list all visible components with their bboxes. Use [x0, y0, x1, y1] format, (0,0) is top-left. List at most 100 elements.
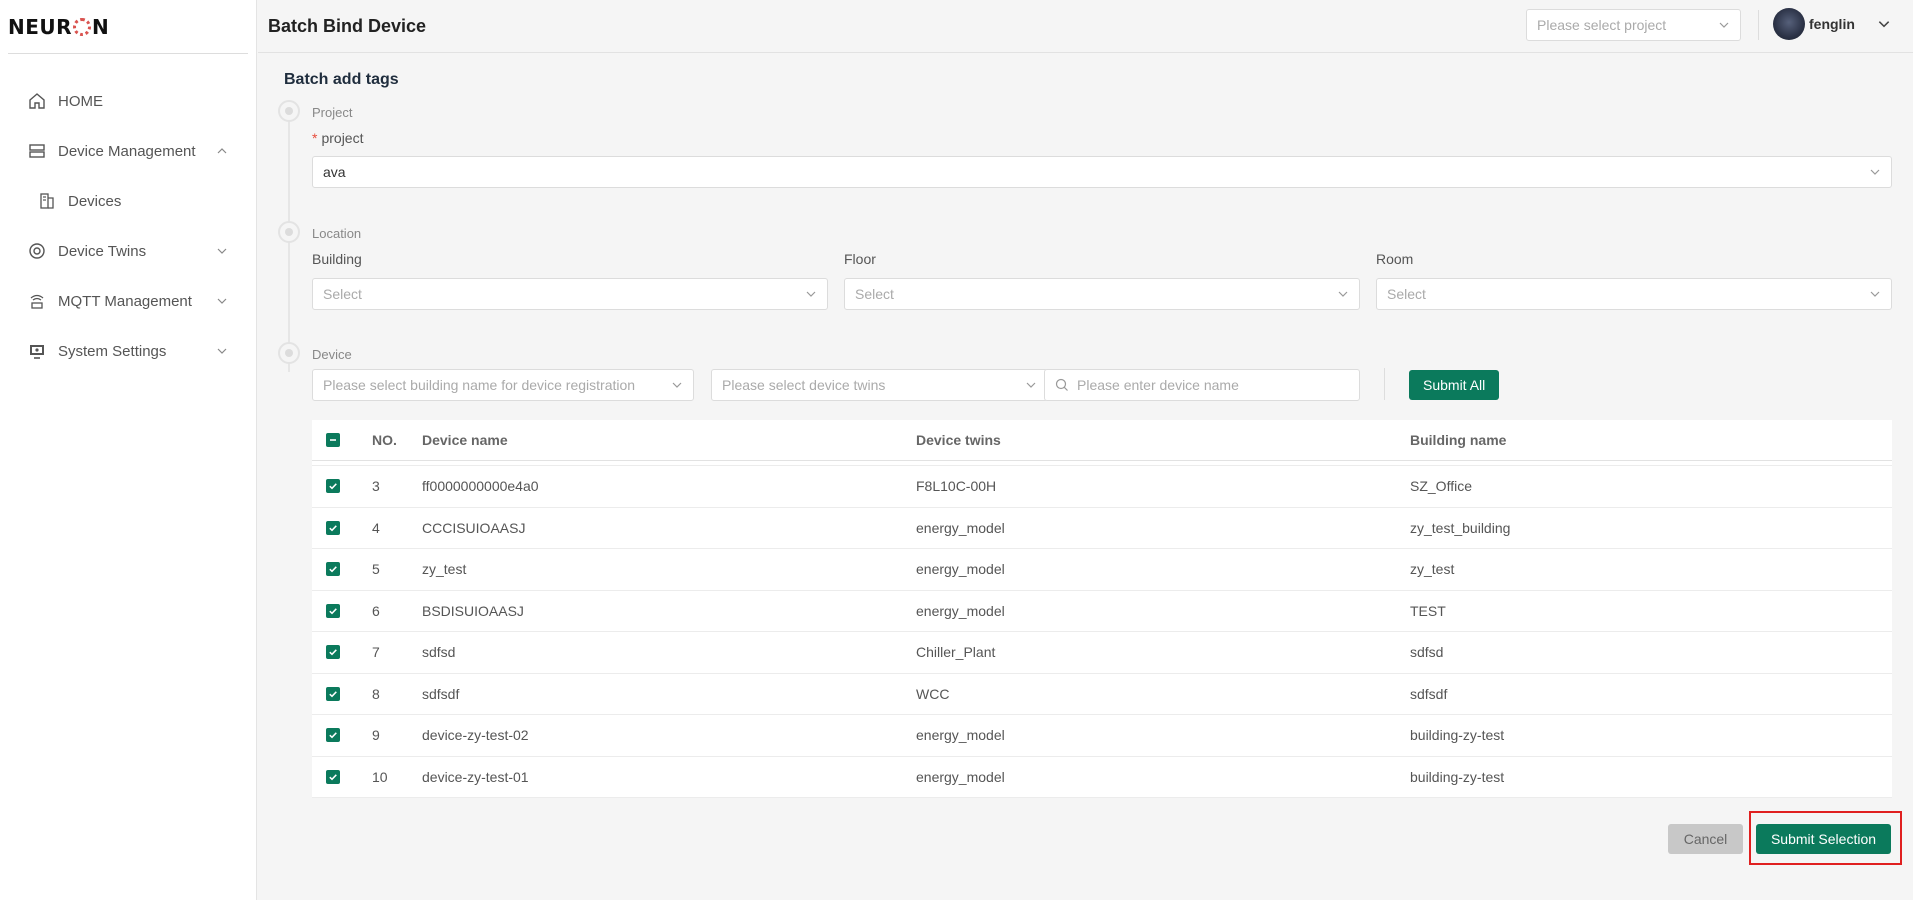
chevron-down-icon	[217, 298, 227, 304]
check-icon	[329, 774, 337, 781]
row-device-name: ff0000000000e4a0	[422, 478, 539, 495]
submit-selection-button[interactable]: Submit Selection	[1756, 824, 1891, 854]
table-row[interactable]: 5 zy_test energy_model zy_test	[312, 549, 1892, 591]
device-search-input[interactable]	[1077, 377, 1327, 393]
sidebar-item-devices[interactable]: Devices	[0, 176, 256, 226]
project-field-label: * project	[312, 130, 363, 146]
row-no: 6	[372, 602, 380, 619]
project-label-text: project	[321, 130, 364, 146]
sidebar: NEUR N HOME Device Management Devices De…	[0, 0, 257, 900]
chevron-down-icon	[217, 248, 227, 254]
user-menu[interactable]: fenglin	[1773, 8, 1891, 40]
logo-text: NEUR N	[8, 15, 109, 39]
sidebar-item-device-management[interactable]: Device Management	[0, 126, 256, 176]
floor-select[interactable]: Select	[844, 278, 1360, 310]
row-checkbox-cell	[312, 728, 372, 743]
row-no: 7	[372, 644, 380, 661]
row-device-name: BSDISUIOAASJ	[422, 602, 524, 619]
row-building-name: building-zy-test	[1410, 768, 1505, 785]
header-building-name: Building name	[1410, 432, 1507, 448]
table-header: NO. Device name Device twins Building na…	[312, 420, 1892, 461]
row-checkbox[interactable]	[326, 479, 340, 494]
logo-o-icon	[73, 17, 92, 36]
table-row[interactable]: 10 device-zy-test-01 energy_model building-…	[312, 757, 1892, 798]
chevron-down-icon	[1870, 169, 1880, 175]
sidebar-item-mqtt-management-label: MQTT Management	[58, 292, 192, 310]
step-dot-project	[278, 100, 300, 122]
home-icon	[27, 91, 47, 111]
row-device-twins: F8L10C-00H	[916, 478, 997, 495]
twins-filter-select[interactable]: Please select device twins	[711, 369, 1048, 401]
row-device-twins: energy_model	[916, 519, 1005, 536]
row-building-name: zy_test_building	[1410, 519, 1511, 536]
row-checkbox-cell	[312, 562, 372, 577]
logo-text-left: NEUR	[8, 14, 73, 39]
row-no: 3	[372, 478, 380, 495]
sidebar-item-device-twins[interactable]: Device Twins	[0, 226, 256, 276]
table-row[interactable]: 3 ff0000000000e4a0 F8L10C-00H SZ_Office	[312, 466, 1892, 508]
required-marker: *	[312, 130, 318, 146]
check-icon	[329, 566, 337, 573]
row-device-name: device-zy-test-01	[422, 768, 529, 785]
row-checkbox[interactable]	[326, 728, 340, 743]
row-device-name: CCCISUIOAASJ	[422, 519, 526, 536]
row-device-twins: energy_model	[916, 561, 1005, 578]
row-checkbox[interactable]	[326, 520, 340, 535]
sidebar-item-device-management-label: Device Management	[58, 142, 196, 160]
sidebar-item-home[interactable]: HOME	[0, 76, 256, 126]
row-checkbox-cell	[312, 686, 372, 701]
project-field-select[interactable]: ava	[312, 156, 1892, 188]
row-no: 8	[372, 685, 380, 702]
header-no: NO.	[372, 432, 397, 448]
row-building-name: building-zy-test	[1410, 727, 1505, 744]
table-row[interactable]: 9 device-zy-test-02 energy_model building-z…	[312, 715, 1892, 757]
step-label-device: Device	[312, 347, 352, 362]
sidebar-item-mqtt-management[interactable]: MQTT Management	[0, 276, 256, 326]
logo-text-right: N	[92, 14, 110, 39]
row-checkbox[interactable]	[326, 769, 340, 784]
room-label: Room	[1376, 251, 1414, 267]
row-device-twins: Chiller_Plant	[916, 644, 996, 661]
row-no: 5	[372, 561, 380, 578]
building-select-placeholder: Select	[323, 286, 362, 302]
logo: NEUR N	[8, 0, 248, 54]
header-device-name: Device name	[422, 432, 508, 448]
building-select[interactable]: Select	[312, 278, 828, 310]
row-checkbox-cell	[312, 603, 372, 618]
device-search[interactable]	[1044, 369, 1360, 401]
chevron-down-icon	[806, 291, 816, 297]
cancel-button[interactable]: Cancel	[1668, 824, 1743, 854]
table-row[interactable]: 6 BSDISUIOAASJ energy_model TEST	[312, 591, 1892, 632]
row-checkbox-cell	[312, 769, 372, 784]
table-row[interactable]: 8 sdfsdf WCC sdfsdf	[312, 674, 1892, 715]
check-icon	[329, 691, 337, 698]
check-icon	[329, 732, 337, 739]
project-select[interactable]: Please select project	[1526, 9, 1741, 41]
row-device-twins: energy_model	[916, 727, 1005, 744]
table-row[interactable]: 7 sdfsd Chiller_Plant sdfsd	[312, 632, 1892, 674]
room-select[interactable]: Select	[1376, 278, 1892, 310]
chevron-up-icon	[217, 148, 227, 154]
row-checkbox[interactable]	[326, 686, 340, 701]
monitor-icon	[27, 341, 47, 361]
sidebar-item-system-settings[interactable]: System Settings	[0, 326, 256, 376]
building-filter-placeholder: Please select building name for device r…	[323, 377, 636, 393]
row-checkbox[interactable]	[326, 603, 340, 618]
row-device-twins: WCC	[916, 685, 950, 702]
floor-select-placeholder: Select	[855, 286, 894, 302]
step-label-project: Project	[312, 105, 353, 120]
chevron-down-icon	[672, 382, 682, 388]
row-checkbox[interactable]	[326, 562, 340, 577]
select-all-checkbox[interactable]	[326, 433, 340, 447]
building-label: Building	[312, 251, 362, 267]
submit-all-button[interactable]: Submit All	[1409, 370, 1500, 400]
step-dot-location	[278, 221, 300, 243]
row-building-name: sdfsd	[1410, 644, 1444, 661]
building-filter-select[interactable]: Please select building name for device r…	[312, 369, 694, 401]
avatar	[1773, 8, 1805, 40]
row-no: 4	[372, 519, 380, 536]
row-checkbox[interactable]	[326, 645, 340, 660]
chevron-down-icon	[1719, 22, 1729, 28]
table-row[interactable]: 4 CCCISUIOAASJ energy_model zy_test_buildin…	[312, 508, 1892, 549]
row-device-twins: energy_model	[916, 602, 1005, 619]
